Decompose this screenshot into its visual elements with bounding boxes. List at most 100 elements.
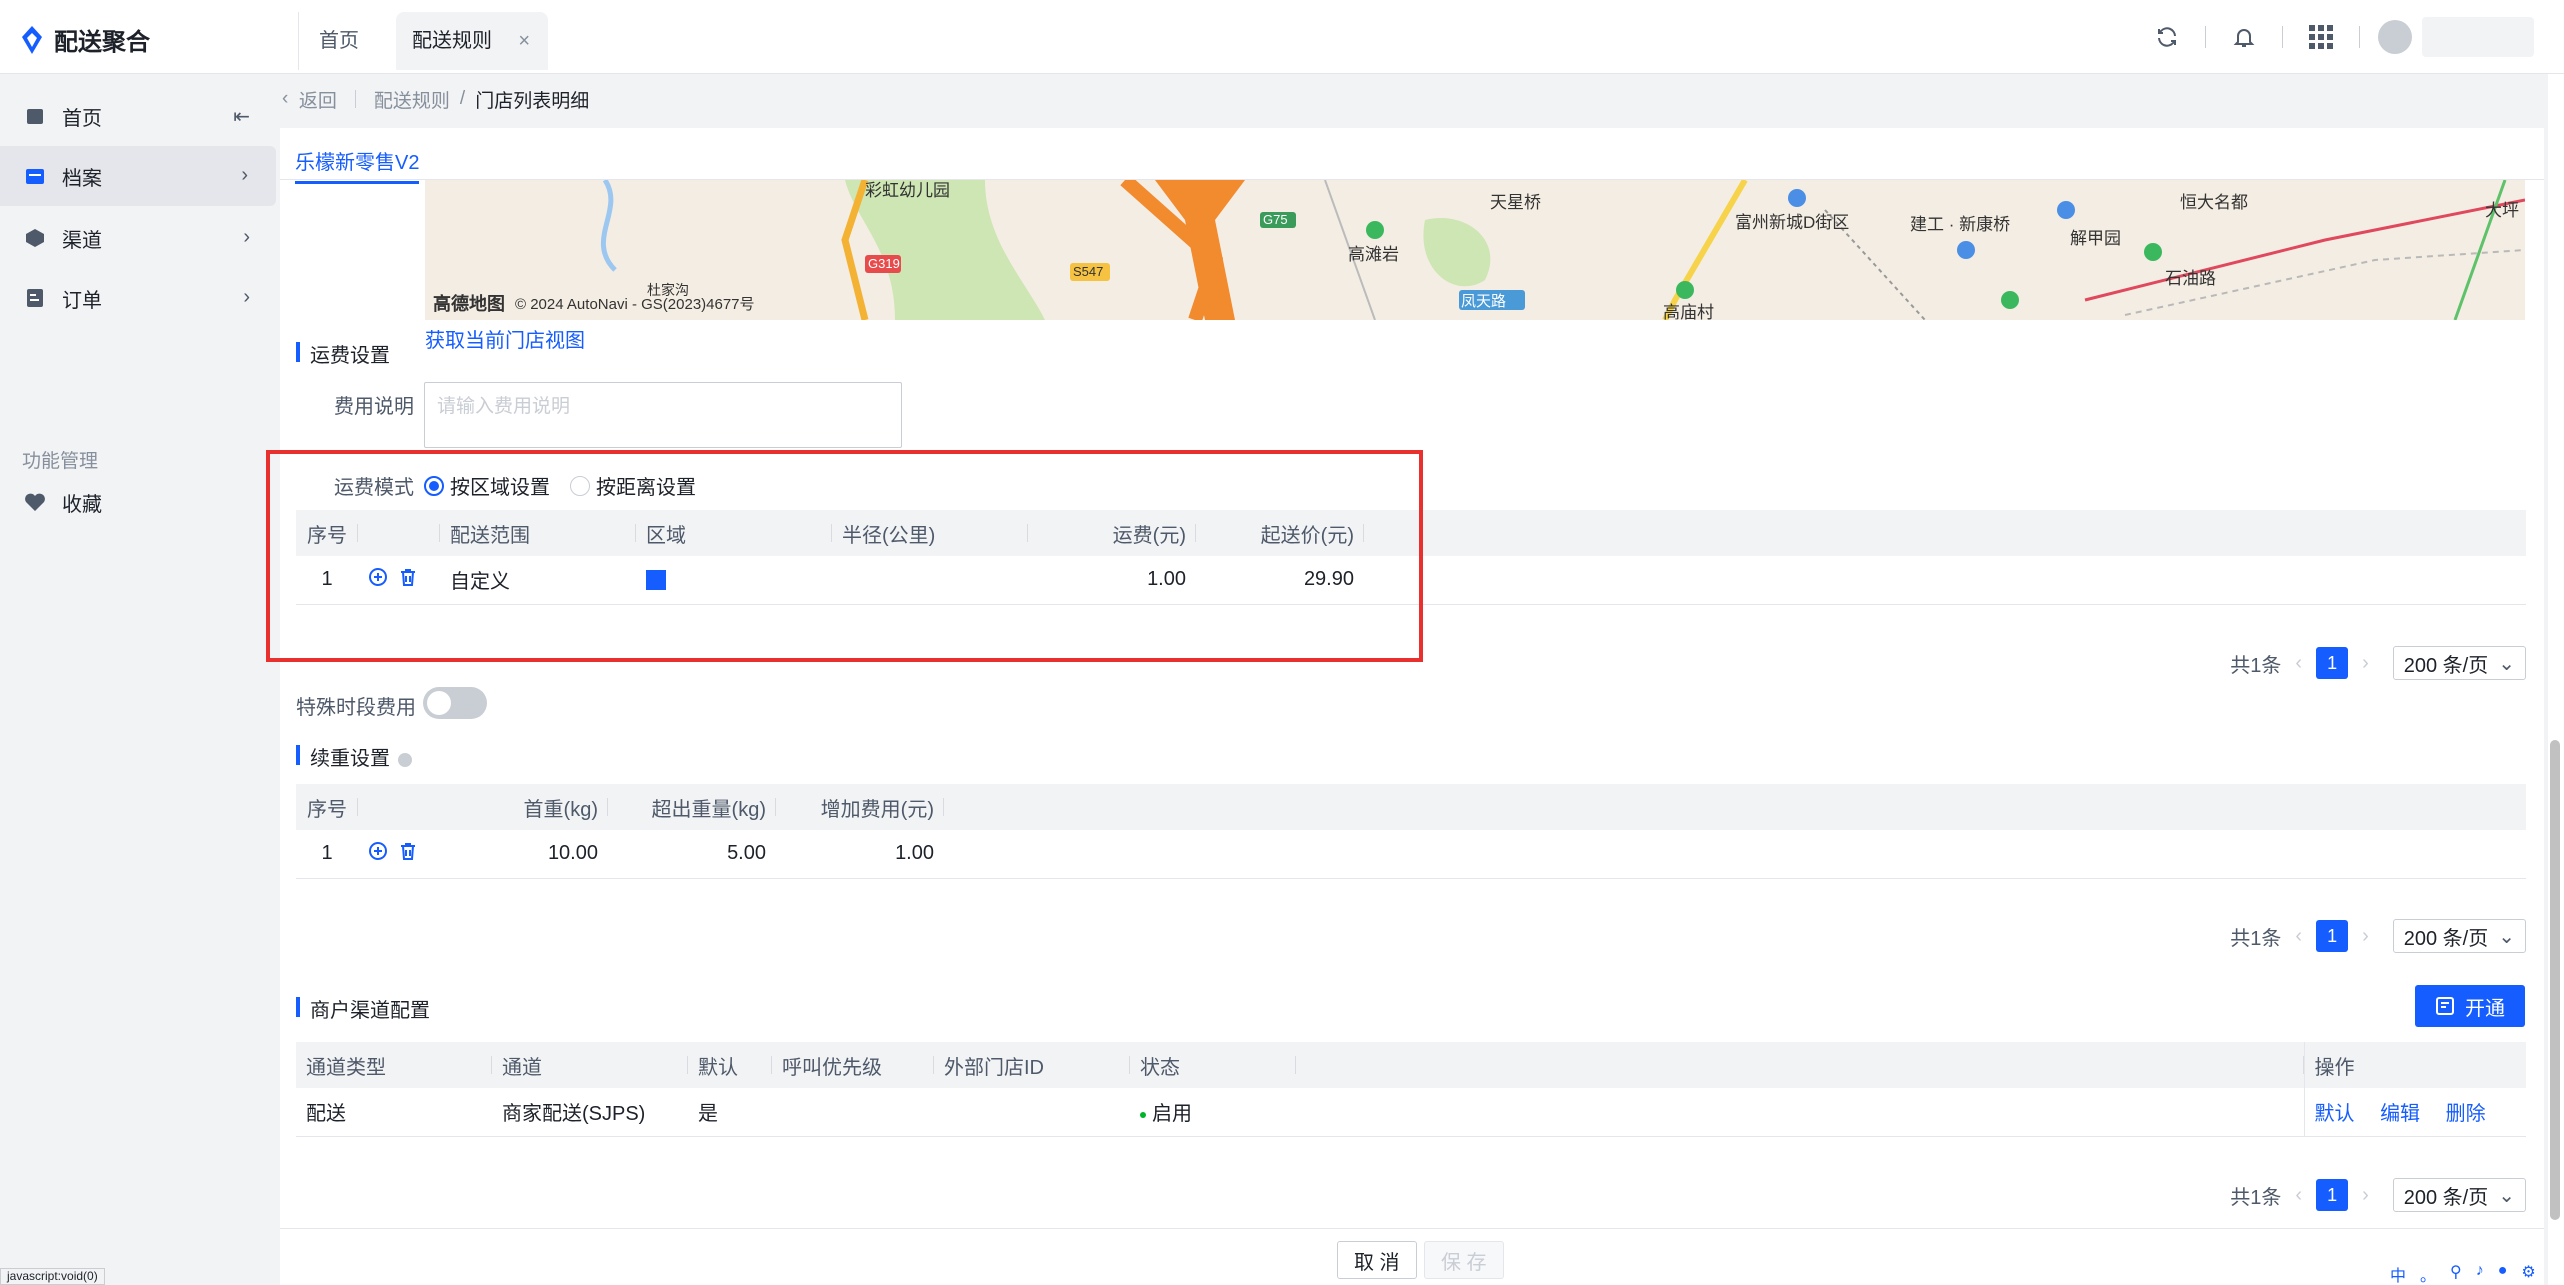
chevron-down-icon: ⌄ bbox=[2498, 652, 2515, 675]
app-name: 配送聚合 bbox=[54, 29, 150, 56]
sidebar-item-home[interactable]: 首页 ⇤ bbox=[0, 86, 278, 146]
map-label: 凤天路 bbox=[1461, 293, 1507, 310]
weight-section-title: 续重设置 bbox=[296, 742, 412, 771]
bell-icon[interactable] bbox=[2230, 23, 2258, 51]
sidebar-section-title: 功能管理 bbox=[22, 451, 99, 472]
pagination: 共1条 ‹ 1 › 200 条/页 ⌄ bbox=[2230, 919, 2526, 953]
map-label: 解甲园 bbox=[2070, 229, 2121, 248]
special-fee-toggle[interactable] bbox=[423, 687, 487, 719]
chevron-down-icon: ⌄ bbox=[2498, 925, 2515, 948]
col-header: 序号 bbox=[296, 784, 358, 830]
page-number[interactable]: 1 bbox=[2316, 647, 2349, 679]
tab-close-icon[interactable]: × bbox=[518, 12, 530, 70]
tray-item[interactable]: ♪ bbox=[2476, 1262, 2484, 1285]
breadcrumb-parent[interactable]: 配送规则 bbox=[374, 86, 450, 113]
col-header: 通道 bbox=[492, 1042, 688, 1088]
col-header: 起送价(元) bbox=[1196, 510, 1364, 556]
add-row-icon[interactable] bbox=[368, 567, 388, 587]
col-header: 状态 bbox=[1130, 1042, 1296, 1088]
get-store-view-link[interactable]: 获取当前门店视图 bbox=[425, 324, 585, 353]
sidebar-item-favorites[interactable]: 收藏 bbox=[0, 472, 278, 532]
next-page-icon[interactable]: › bbox=[2362, 1184, 2369, 1207]
map-label: 恒大名都 bbox=[2180, 193, 2248, 212]
map-copyright: © 2024 AutoNavi - GS(2023)4677号 bbox=[515, 295, 755, 313]
page-number[interactable]: 1 bbox=[2316, 920, 2349, 952]
sidebar-item-label: 档案 bbox=[62, 167, 102, 190]
status-text: 启用 bbox=[1152, 1103, 1192, 1126]
delete-row-icon[interactable] bbox=[398, 567, 418, 587]
collapse-sidebar-icon[interactable]: ⇤ bbox=[233, 104, 250, 129]
page-size-select[interactable]: 200 条/页 ⌄ bbox=[2392, 646, 2526, 680]
special-fee-label: 特殊时段费用 bbox=[296, 697, 416, 719]
tab-home[interactable]: 首页 bbox=[298, 12, 396, 70]
back-chevron-icon[interactable]: ‹ bbox=[282, 88, 299, 110]
store-map[interactable]: 彩虹幼儿园 天星桥 富州新城D街区 建工 · 新康桥 恒大名都 大坪 高滩岩 解… bbox=[425, 180, 2525, 320]
map-road-badge: G319 bbox=[868, 256, 900, 271]
back-link[interactable]: 返回 bbox=[299, 86, 337, 113]
radio-mode-distance[interactable]: 按距离设置 bbox=[570, 471, 696, 500]
page-number[interactable]: 1 bbox=[2316, 1179, 2349, 1211]
tray-item[interactable]: ⚲ bbox=[2450, 1262, 2462, 1285]
col-header: 通道类型 bbox=[296, 1042, 492, 1088]
sidebar-item-orders[interactable]: 订单 › bbox=[0, 268, 278, 328]
archive-icon bbox=[24, 165, 46, 187]
pagination: 共1条 ‹ 1 › 200 条/页 ⌄ bbox=[2230, 646, 2526, 680]
page-size-select[interactable]: 200 条/页 ⌄ bbox=[2392, 919, 2526, 953]
tray-item[interactable]: ⚙ bbox=[2521, 1262, 2535, 1285]
order-icon bbox=[24, 287, 46, 309]
scrollbar-thumb[interactable] bbox=[2550, 740, 2560, 1220]
status-dot-icon bbox=[1140, 1111, 1146, 1118]
home-icon bbox=[24, 105, 46, 127]
fee-desc-textarea[interactable]: 请输入费用说明 bbox=[424, 382, 902, 448]
map-label: 彩虹幼儿园 bbox=[865, 181, 950, 200]
map-brand: 高德地图 bbox=[433, 294, 505, 314]
next-page-icon[interactable]: › bbox=[2362, 652, 2369, 675]
next-page-icon[interactable]: › bbox=[2362, 925, 2369, 948]
prev-page-icon[interactable]: ‹ bbox=[2295, 925, 2302, 948]
pagination-total: 共1条 bbox=[2230, 927, 2282, 950]
refresh-icon[interactable] bbox=[2153, 23, 2181, 51]
system-tray: 中 。 ⚲ ♪ ● ⚙ bbox=[2390, 1262, 2536, 1285]
sidebar-item-archive[interactable]: 档案 › bbox=[0, 146, 276, 206]
cell-fee: 1.00 bbox=[1028, 556, 1196, 605]
breadcrumb: ‹ 返回 配送规则 / 门店列表明细 bbox=[282, 84, 589, 114]
avatar[interactable] bbox=[2378, 20, 2412, 54]
sidebar-item-channel[interactable]: 渠道 › bbox=[0, 208, 278, 268]
prev-page-icon[interactable]: ‹ bbox=[2295, 652, 2302, 675]
save-button[interactable]: 保 存 bbox=[1424, 1241, 1504, 1279]
set-default-link[interactable]: 默认 bbox=[2315, 1103, 2355, 1125]
delete-link[interactable]: 删除 bbox=[2446, 1103, 2486, 1125]
sidebar-item-label: 收藏 bbox=[62, 493, 102, 516]
status-badge: 启用 bbox=[1130, 1088, 1296, 1137]
radio-label: 按距离设置 bbox=[596, 477, 696, 499]
tray-item[interactable]: 中 bbox=[2390, 1262, 2406, 1285]
prev-page-icon[interactable]: ‹ bbox=[2295, 1184, 2302, 1207]
map-label: 高庙村 bbox=[1663, 303, 1714, 320]
col-header: 配送范围 bbox=[440, 510, 636, 556]
radio-checked-icon bbox=[424, 475, 444, 496]
info-icon[interactable] bbox=[397, 752, 412, 767]
main-panel: 乐檬新零售V2 彩虹幼儿园 天星桥 富州新城D街区 建工 · 新康桥 恒大名都 … bbox=[280, 128, 2544, 1228]
col-header: 区域 bbox=[636, 510, 832, 556]
radio-mode-area[interactable]: 按区域设置 bbox=[424, 471, 550, 500]
tab-rules[interactable]: 配送规则 × bbox=[396, 12, 548, 70]
page-size-select[interactable]: 200 条/页 ⌄ bbox=[2392, 1178, 2526, 1212]
zone-color-swatch[interactable] bbox=[646, 569, 666, 590]
tray-item[interactable]: ● bbox=[2498, 1262, 2508, 1285]
fee-desc-label: 费用说明 bbox=[334, 396, 414, 418]
pagination: 共1条 ‹ 1 › 200 条/页 ⌄ bbox=[2230, 1178, 2526, 1212]
app-logo[interactable]: 配送聚合 bbox=[18, 22, 150, 57]
delete-row-icon[interactable] bbox=[398, 841, 418, 861]
add-row-icon[interactable] bbox=[368, 841, 388, 861]
weight-table: 序号 首重(kg) 超出重量(kg) 增加费用(元) 1 10.00 5.00 … bbox=[296, 784, 2526, 879]
sidebar-item-label: 订单 bbox=[62, 289, 102, 312]
apps-grid-icon[interactable] bbox=[2307, 23, 2335, 51]
user-name-placeholder[interactable] bbox=[2422, 17, 2534, 57]
tray-item[interactable]: 。 bbox=[2420, 1262, 2436, 1285]
map-label: 建工 · 新康桥 bbox=[1910, 215, 2011, 234]
cancel-button[interactable]: 取 消 bbox=[1337, 1241, 1417, 1279]
chevron-right-icon: › bbox=[243, 286, 250, 308]
open-channel-button[interactable]: 开通 bbox=[2415, 985, 2525, 1027]
radio-label: 按区域设置 bbox=[450, 477, 550, 499]
edit-link[interactable]: 编辑 bbox=[2380, 1103, 2420, 1125]
